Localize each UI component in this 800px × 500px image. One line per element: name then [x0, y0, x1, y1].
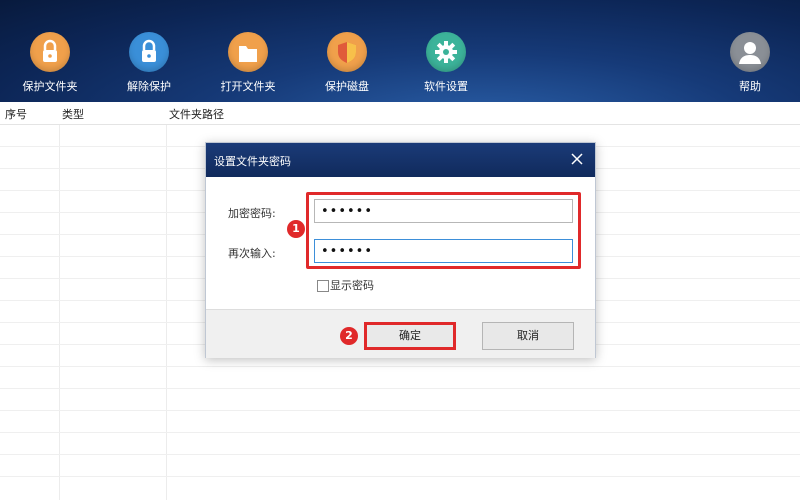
confirm-password-field[interactable] [314, 239, 573, 263]
gear-icon [426, 32, 466, 72]
help-label: 帮助 [739, 80, 761, 93]
user-icon [730, 32, 770, 72]
software-settings-button[interactable]: 软件设置 [406, 32, 486, 94]
unlock-icon [129, 32, 169, 72]
set-password-dialog: 设置文件夹密码 加密密码: 再次输入: 1 显示密码 2 确定 取消 [205, 142, 596, 358]
unprotect-button[interactable]: 解除保护 [109, 32, 189, 94]
show-password-label: 显示密码 [330, 279, 374, 292]
password-field[interactable] [314, 199, 573, 223]
close-icon[interactable] [567, 149, 587, 169]
protect-folder-label: 保护文件夹 [22, 80, 78, 93]
step-badge-2: 2 [340, 327, 358, 345]
ok-button[interactable]: 确定 [364, 322, 456, 350]
show-password-checkbox[interactable] [317, 280, 329, 292]
confirm-password-label: 再次输入: [228, 247, 276, 260]
column-header-path[interactable]: 文件夹路径 [169, 106, 224, 122]
table-header: 序号 类型 文件夹路径 [0, 102, 800, 125]
software-settings-label: 软件设置 [424, 80, 468, 93]
dialog-body: 加密密码: 再次输入: 1 显示密码 [206, 177, 595, 309]
column-header-type[interactable]: 类型 [62, 106, 84, 122]
unprotect-label: 解除保护 [127, 80, 171, 93]
open-folder-button[interactable]: 打开文件夹 [208, 32, 288, 94]
open-folder-label: 打开文件夹 [220, 80, 276, 93]
folder-icon [228, 32, 268, 72]
column-header-index[interactable]: 序号 [5, 106, 27, 122]
dialog-footer: 2 确定 取消 [206, 309, 595, 358]
protect-disk-label: 保护磁盘 [325, 80, 369, 93]
dialog-titlebar: 设置文件夹密码 [206, 143, 595, 177]
password-label: 加密密码: [228, 207, 276, 220]
shield-icon [327, 32, 367, 72]
dialog-title: 设置文件夹密码 [214, 155, 291, 168]
protect-folder-button[interactable]: 保护文件夹 [10, 32, 90, 94]
lock-icon [30, 32, 70, 72]
cancel-button[interactable]: 取消 [482, 322, 574, 350]
toolbar: 保护文件夹 解除保护 打开文件夹 保护磁盘 软件设置 帮助 [0, 0, 800, 102]
help-button[interactable]: 帮助 [710, 32, 790, 94]
protect-disk-button[interactable]: 保护磁盘 [307, 32, 387, 94]
step-badge-1: 1 [287, 220, 305, 238]
